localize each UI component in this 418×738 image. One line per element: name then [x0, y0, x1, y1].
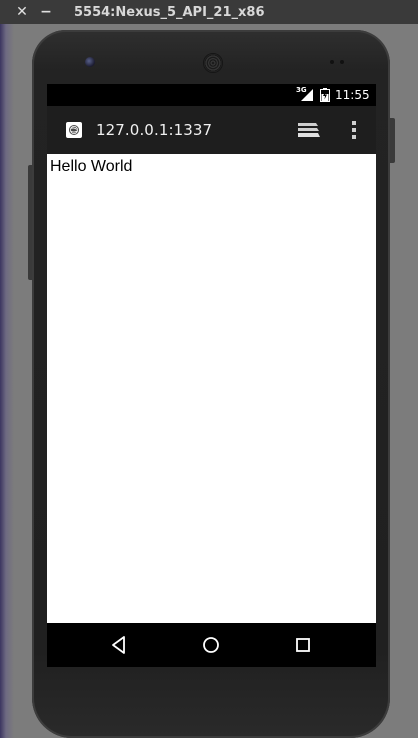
device-screen: 3G 11:55 127.0.0.1:1337 Hello World: [47, 84, 376, 667]
earpiece-speaker-icon: [203, 53, 223, 73]
proximity-sensor: [330, 60, 344, 64]
minimize-icon[interactable]: −: [34, 0, 58, 24]
url-bar[interactable]: 127.0.0.1:1337: [96, 121, 212, 139]
front-camera-icon: [85, 57, 95, 67]
signal-icon: 3G: [296, 86, 314, 102]
browser-toolbar: 127.0.0.1:1337: [47, 106, 376, 154]
home-circle-icon[interactable]: [200, 635, 222, 655]
close-icon[interactable]: ✕: [10, 0, 34, 24]
battery-icon: [320, 88, 330, 102]
back-triangle-icon[interactable]: [109, 635, 131, 655]
recent-apps-square-icon[interactable]: [292, 635, 314, 655]
overflow-menu-icon[interactable]: [347, 120, 361, 140]
emulator-titlebar: ✕ − 5554:Nexus_5_API_21_x86: [0, 0, 418, 24]
status-bar: 3G 11:55: [47, 84, 376, 106]
status-clock: 11:55: [335, 88, 370, 102]
power-button[interactable]: [390, 118, 395, 163]
globe-icon[interactable]: [66, 122, 82, 138]
web-content[interactable]: Hello World: [47, 154, 376, 623]
navigation-bar: [47, 623, 376, 667]
page-body-text: Hello World: [50, 158, 133, 175]
window-title: 5554:Nexus_5_API_21_x86: [74, 4, 265, 20]
emulator-window: ✕ − 5554:Nexus_5_API_21_x86 3G 11:55 127…: [0, 0, 418, 738]
tabs-stack-icon[interactable]: [297, 121, 321, 139]
